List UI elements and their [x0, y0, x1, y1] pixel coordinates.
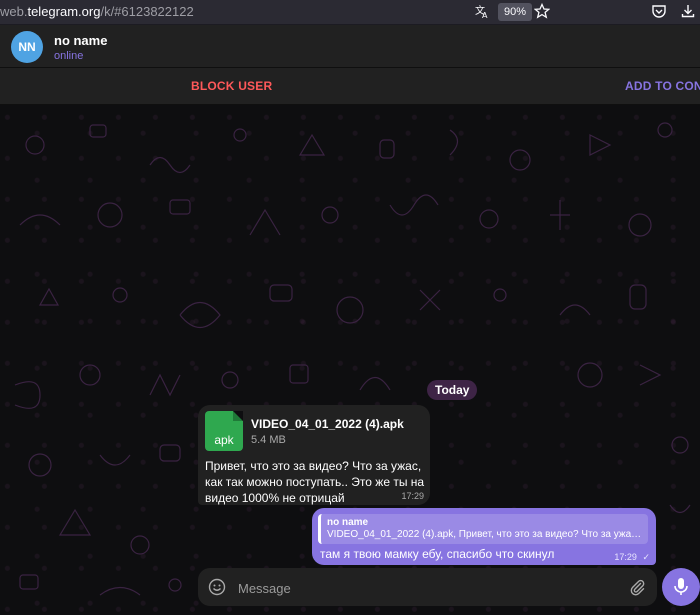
- microphone-icon: [674, 578, 688, 595]
- attach-icon[interactable]: [628, 578, 646, 596]
- outgoing-message[interactable]: no name VIDEO_04_01_2022 (4).apk, Привет…: [312, 508, 656, 565]
- message-composer: [198, 568, 657, 606]
- emoji-icon[interactable]: [208, 578, 226, 596]
- svg-text:A: A: [482, 11, 488, 19]
- url-host: telegram.org: [27, 4, 101, 19]
- downloads-icon[interactable]: [679, 3, 697, 21]
- incoming-message[interactable]: apk VIDEO_04_01_2022 (4).apk 5.4 MB Прив…: [198, 405, 430, 505]
- message-time-label: 17:29: [614, 552, 637, 562]
- chat-background: Today apk VIDEO_04_01_2022 (4).apk 5.4 M…: [0, 105, 700, 615]
- file-size: 5.4 MB: [251, 434, 286, 446]
- url-prefix: web.: [0, 4, 28, 19]
- file-name[interactable]: VIDEO_04_01_2022 (4).apk: [251, 417, 404, 431]
- pinned-action-bar: BLOCK USER ADD TO CONTA: [0, 68, 700, 105]
- bookmark-star-icon[interactable]: [533, 2, 551, 21]
- url-path: /k/#6123822122: [100, 4, 194, 19]
- message-text: Привет, что это за видео? Что за ужас, к…: [205, 459, 425, 505]
- message-text: там я твою мамку ебу, спасибо что скинул: [320, 547, 555, 561]
- reply-text: VIDEO_04_01_2022 (4).apk, Привет, что эт…: [327, 529, 645, 540]
- microphone-button[interactable]: [662, 568, 700, 606]
- file-extension: apk: [214, 433, 234, 447]
- message-time: 17:29: [401, 491, 424, 501]
- zoom-indicator[interactable]: 90%: [498, 3, 533, 21]
- date-separator: Today: [427, 380, 478, 400]
- reply-quote[interactable]: no name VIDEO_04_01_2022 (4).apk, Привет…: [318, 514, 648, 544]
- block-user-button[interactable]: BLOCK USER: [191, 79, 272, 93]
- read-check-icon: ✓: [642, 552, 650, 562]
- address-bar[interactable]: web.telegram.org/k/#6123822122: [0, 4, 194, 19]
- avatar[interactable]: NN: [11, 31, 43, 63]
- browser-toolbar: web.telegram.org/k/#6123822122 文A 90%: [0, 0, 700, 25]
- apk-file-icon[interactable]: apk: [205, 411, 243, 451]
- peer-name: no name: [54, 33, 108, 48]
- pocket-icon[interactable]: [650, 3, 668, 21]
- add-to-contacts-button[interactable]: ADD TO CONTA: [625, 79, 700, 93]
- message-input[interactable]: [236, 575, 620, 601]
- chat-header[interactable]: NN no name online: [0, 25, 700, 68]
- message-time: 17:29 ✓: [614, 552, 650, 563]
- translate-icon[interactable]: 文A: [473, 3, 491, 21]
- reply-author: no name: [327, 517, 369, 528]
- peer-status: online: [54, 50, 84, 62]
